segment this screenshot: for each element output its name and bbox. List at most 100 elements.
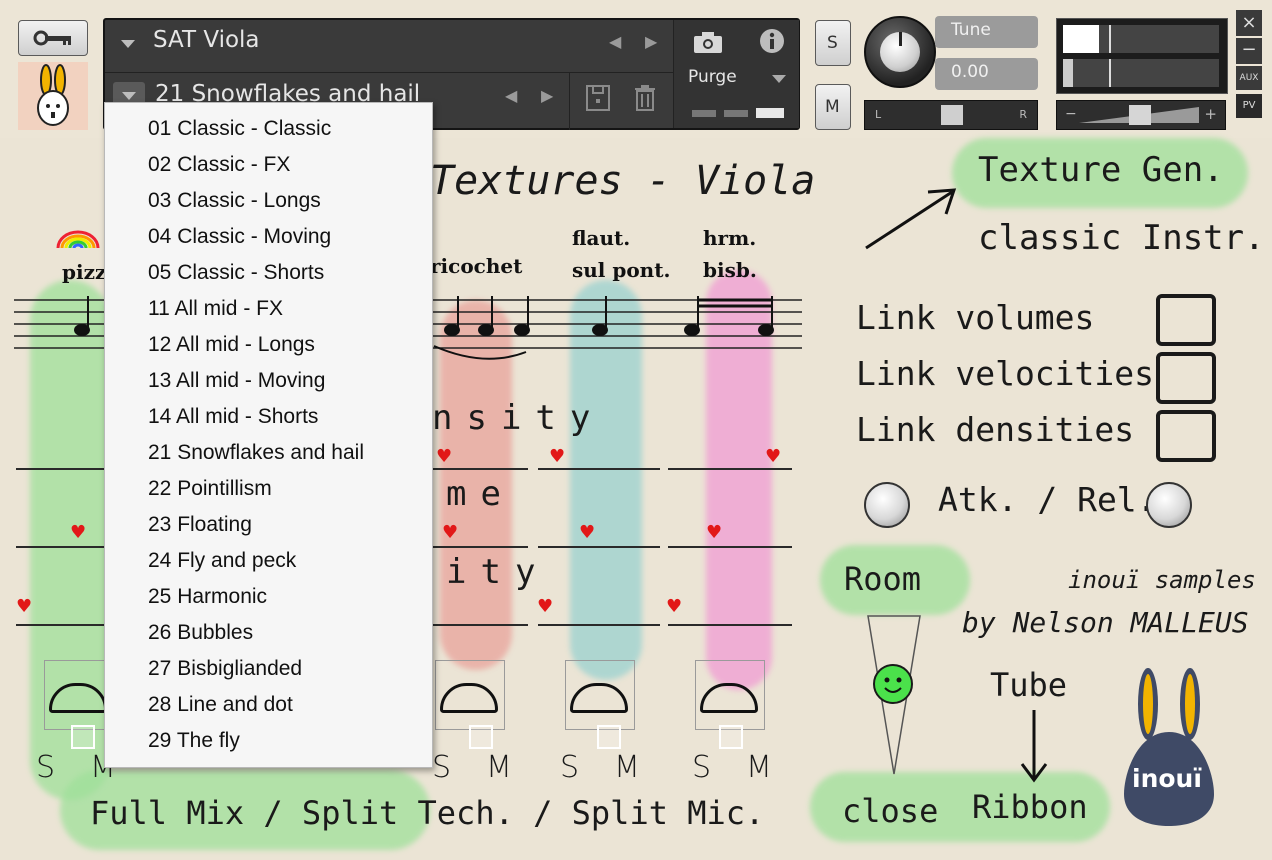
prev-instrument-icon[interactable]: ◀ xyxy=(609,32,621,51)
save-icon[interactable] xyxy=(585,84,611,112)
menu-item[interactable]: 13 All mid - Moving xyxy=(148,363,325,399)
level-meter xyxy=(1056,18,1228,94)
velocity-slider-5[interactable] xyxy=(538,624,660,626)
technique-label-ricochet: ricochet xyxy=(430,254,523,278)
link-velocities-checkbox[interactable] xyxy=(1156,352,1216,404)
menu-item[interactable]: 23 Floating xyxy=(148,507,252,543)
menu-item[interactable]: 11 All mid - FX xyxy=(148,291,283,327)
velocity-slider-6[interactable] xyxy=(668,624,792,626)
density-handle-4[interactable]: ♥ xyxy=(436,448,452,466)
solo-toggle-5[interactable]: S xyxy=(560,750,579,785)
menu-item[interactable]: 12 All mid - Longs xyxy=(148,327,315,363)
velocity-handle-6[interactable]: ♥ xyxy=(666,598,682,616)
room-close-handle[interactable] xyxy=(873,664,913,704)
link-densities-checkbox[interactable] xyxy=(1156,410,1216,462)
ribbon-option[interactable]: Ribbon xyxy=(972,788,1088,826)
menu-item[interactable]: 27 Bisbiglianded xyxy=(148,651,302,687)
solo-button[interactable]: S xyxy=(815,20,851,66)
tube-option[interactable]: Tube xyxy=(990,666,1067,704)
release-knob[interactable] xyxy=(1146,482,1192,528)
menu-item[interactable]: 14 All mid - Shorts xyxy=(148,399,318,435)
menu-item[interactable]: 04 Classic - Moving xyxy=(148,219,331,255)
kontakt-instrument-window: SAT Viola ◀ ▶ 21 Snowflakes and hail ◀ ▶ xyxy=(0,0,1272,860)
mic-checkbox-1[interactable] xyxy=(71,725,95,749)
density-handle-6[interactable]: ♥ xyxy=(765,448,781,466)
tune-knob[interactable] xyxy=(864,16,936,88)
mic-dome-5[interactable] xyxy=(565,660,635,730)
menu-item[interactable]: 28 Line and dot xyxy=(148,687,293,723)
volume-slider-6[interactable] xyxy=(668,546,792,548)
mic-checkbox-5[interactable] xyxy=(597,725,621,749)
velocity-slider-4[interactable] xyxy=(430,624,528,626)
mix-mode-selector[interactable]: Full Mix / Split Tech. / Split Mic. xyxy=(90,794,764,832)
next-preset-icon[interactable]: ▶ xyxy=(541,86,553,105)
solo-toggle-4[interactable]: S xyxy=(432,750,451,785)
pan-handle[interactable] xyxy=(941,105,963,125)
volume-slider-5[interactable] xyxy=(538,546,660,548)
menu-item-selected[interactable]: 21 Snowflakes and hail xyxy=(148,435,364,471)
velocity-handle-1[interactable]: ♥ xyxy=(16,598,32,616)
mic-dome-4[interactable] xyxy=(435,660,505,730)
volume-slider-4[interactable] xyxy=(430,546,528,548)
bunny-icon xyxy=(37,64,69,126)
volume-handle[interactable] xyxy=(1129,105,1151,125)
tune-label-box: Tune xyxy=(935,16,1038,48)
mute-toggle-6[interactable]: M xyxy=(746,750,772,785)
menu-item[interactable]: 24 Fly and peck xyxy=(148,543,296,579)
mic-checkbox-6[interactable] xyxy=(719,725,743,749)
technique-label-sulpont: sul pont. xyxy=(572,258,671,282)
volume-handle-5[interactable]: ♥ xyxy=(579,524,595,542)
purge-meter-3 xyxy=(756,108,784,118)
mute-toggle-4[interactable]: M xyxy=(486,750,512,785)
classic-instr-button[interactable]: classic Instr. xyxy=(978,218,1265,258)
menu-item[interactable]: 26 Bubbles xyxy=(148,615,253,651)
page-title: Textures - Viola xyxy=(430,158,816,204)
menu-item[interactable]: 02 Classic - FX xyxy=(148,147,290,183)
purge-label[interactable]: Purge xyxy=(688,67,737,87)
prev-preset-icon[interactable]: ◀ xyxy=(505,86,517,105)
volume-handle-6[interactable]: ♥ xyxy=(706,524,722,542)
volume-handle-4[interactable]: ♥ xyxy=(442,524,458,542)
solo-toggle-1[interactable]: S xyxy=(36,750,55,785)
purge-dropdown-icon[interactable] xyxy=(772,75,786,83)
menu-item[interactable]: 22 Pointillism xyxy=(148,471,272,507)
credit-line-1: inouï samples xyxy=(1068,566,1256,594)
delete-icon[interactable] xyxy=(633,84,657,112)
density-slider-4[interactable] xyxy=(430,468,528,470)
link-volumes-checkbox[interactable] xyxy=(1156,294,1216,346)
info-icon[interactable] xyxy=(759,28,785,54)
volume-slider[interactable]: − + xyxy=(1056,100,1226,130)
menu-item[interactable]: 29 The fly xyxy=(148,723,240,759)
close-button[interactable]: × xyxy=(1236,10,1262,36)
mute-button[interactable]: M xyxy=(815,84,851,130)
technique-label-hrm: hrm. xyxy=(703,226,757,250)
texture-gen-button[interactable]: Texture Gen. xyxy=(978,150,1224,190)
density-slider-5[interactable] xyxy=(538,468,660,470)
instrument-name[interactable]: SAT Viola xyxy=(153,27,260,53)
camera-icon[interactable] xyxy=(692,30,724,54)
next-instrument-icon[interactable]: ▶ xyxy=(645,32,657,51)
tune-value-box[interactable]: 0.00 xyxy=(935,58,1038,90)
inoui-bunny-icon xyxy=(1124,668,1214,826)
menu-item[interactable]: 25 Harmonic xyxy=(148,579,267,615)
mic-dome-6[interactable] xyxy=(695,660,765,730)
aux-button[interactable]: AUX xyxy=(1236,66,1262,90)
menu-item[interactable]: 03 Classic - Longs xyxy=(148,183,321,219)
menu-item[interactable]: 01 Classic - Classic xyxy=(148,111,331,147)
menu-item[interactable]: 05 Classic - Shorts xyxy=(148,255,324,291)
attack-knob[interactable] xyxy=(864,482,910,528)
density-slider-6[interactable] xyxy=(668,468,792,470)
volume-handle-1[interactable]: ♥ xyxy=(70,524,86,542)
pan-slider[interactable]: L R xyxy=(864,100,1038,130)
density-handle-5[interactable]: ♥ xyxy=(549,448,565,466)
mic-checkbox-4[interactable] xyxy=(469,725,493,749)
solo-toggle-6[interactable]: S xyxy=(692,750,711,785)
minimize-button[interactable]: − xyxy=(1236,38,1262,64)
velocity-handle-5[interactable]: ♥ xyxy=(537,598,553,616)
instrument-dropdown-icon[interactable] xyxy=(121,40,135,48)
mute-toggle-5[interactable]: M xyxy=(614,750,640,785)
close-label: close xyxy=(842,792,939,830)
wrench-button[interactable] xyxy=(18,20,88,56)
smiley-icon xyxy=(884,677,902,693)
pv-button[interactable]: PV xyxy=(1236,94,1262,118)
